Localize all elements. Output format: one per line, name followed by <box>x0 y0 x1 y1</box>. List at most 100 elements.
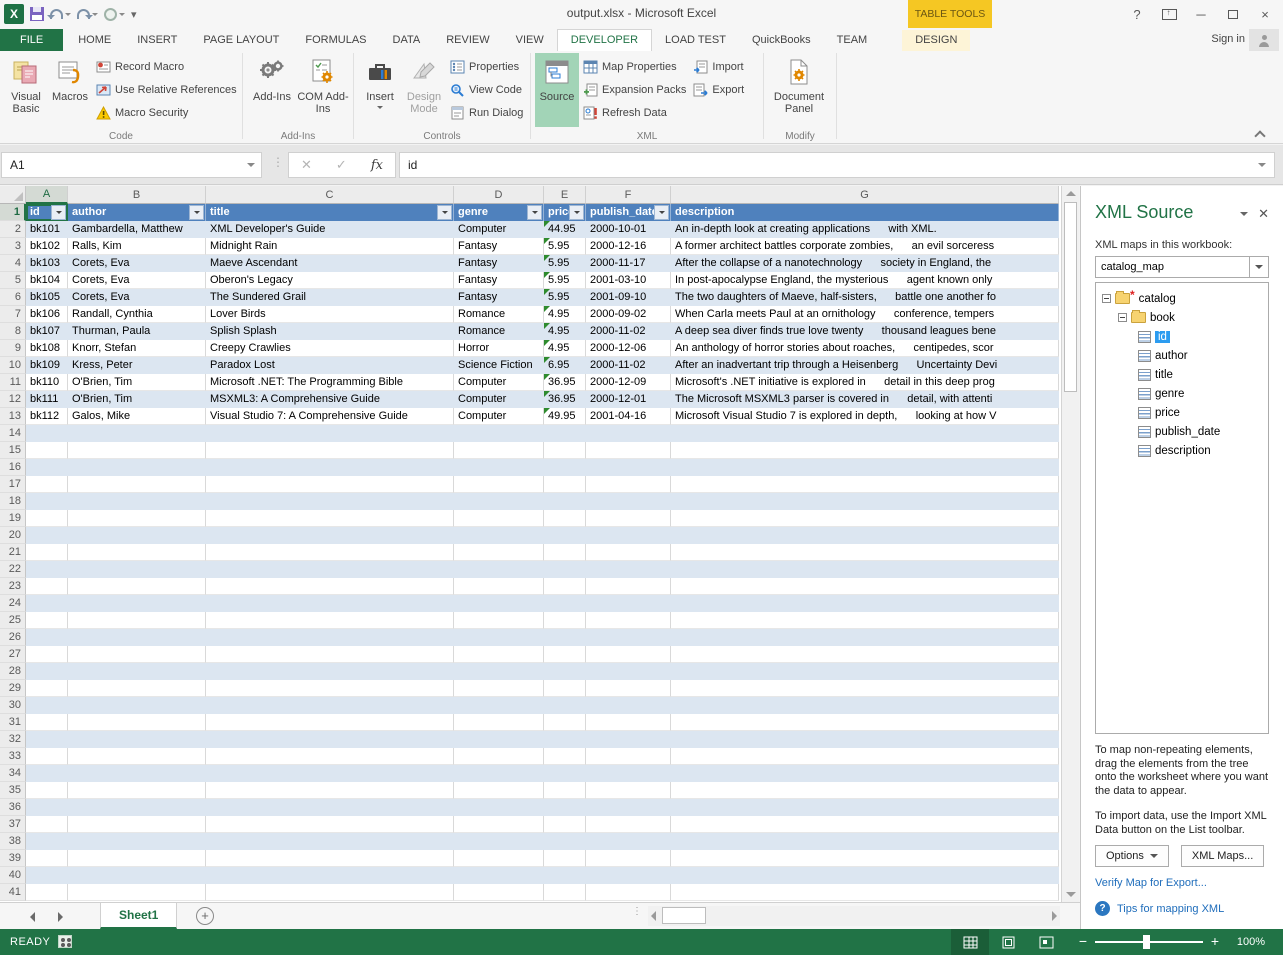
cell-G13[interactable]: Microsoft Visual Studio 7 is explored in… <box>671 408 1059 425</box>
previous-sheet-icon[interactable] <box>30 912 35 922</box>
cell-E32[interactable] <box>544 731 586 748</box>
row-header-37[interactable]: 37 <box>0 816 26 833</box>
cell-G3[interactable]: A former architect battles corporate zom… <box>671 238 1059 255</box>
column-header-F[interactable]: F <box>586 186 671 204</box>
cell-C20[interactable] <box>206 527 454 544</box>
cell-E36[interactable] <box>544 799 586 816</box>
cell-C32[interactable] <box>206 731 454 748</box>
cell-B36[interactable] <box>68 799 206 816</box>
run-dialog-button[interactable]: Run Dialog <box>446 102 526 123</box>
cell-C40[interactable] <box>206 867 454 884</box>
zoom-slider-thumb[interactable] <box>1143 935 1150 949</box>
cell-C34[interactable] <box>206 765 454 782</box>
tree-node-publish_date[interactable]: publish_date <box>1100 422 1264 441</box>
cell-D2[interactable]: Computer <box>454 221 544 238</box>
normal-view-button[interactable] <box>951 929 989 955</box>
cell-G40[interactable] <box>671 867 1059 884</box>
cell-E39[interactable] <box>544 850 586 867</box>
column-header-A[interactable]: A <box>26 186 68 204</box>
insert-function-icon[interactable]: fx <box>371 158 383 173</box>
tree-node-title[interactable]: title <box>1100 365 1264 384</box>
cell-F38[interactable] <box>586 833 671 850</box>
cell-G8[interactable]: A deep sea diver finds true love twenty … <box>671 323 1059 340</box>
tab-developer[interactable]: DEVELOPER <box>557 29 652 51</box>
cell-B35[interactable] <box>68 782 206 799</box>
cell-E20[interactable] <box>544 527 586 544</box>
cell-A16[interactable] <box>26 459 68 476</box>
cell-D40[interactable] <box>454 867 544 884</box>
cell-A8[interactable]: bk107 <box>26 323 68 340</box>
cell-C25[interactable] <box>206 612 454 629</box>
tree-node-catalog[interactable]: *catalog <box>1100 289 1264 308</box>
cell-F14[interactable] <box>586 425 671 442</box>
cell-B9[interactable]: Knorr, Stefan <box>68 340 206 357</box>
cell-C39[interactable] <box>206 850 454 867</box>
cell-C30[interactable] <box>206 697 454 714</box>
macro-recording-icon[interactable] <box>58 935 72 948</box>
filter-dropdown-button[interactable] <box>189 205 204 220</box>
cell-C16[interactable] <box>206 459 454 476</box>
column-header-E[interactable]: E <box>544 186 586 204</box>
cell-B39[interactable] <box>68 850 206 867</box>
cell-F13[interactable]: 2001-04-16 <box>586 408 671 425</box>
cell-B8[interactable]: Thurman, Paula <box>68 323 206 340</box>
cell-G15[interactable] <box>671 442 1059 459</box>
cell-C27[interactable] <box>206 646 454 663</box>
cell-F20[interactable] <box>586 527 671 544</box>
cell-E22[interactable] <box>544 561 586 578</box>
cell-G34[interactable] <box>671 765 1059 782</box>
cell-C22[interactable] <box>206 561 454 578</box>
table-header-cell-description[interactable]: description <box>671 204 1059 221</box>
cell-A28[interactable] <box>26 663 68 680</box>
tab-review[interactable]: REVIEW <box>433 30 502 51</box>
cell-E31[interactable] <box>544 714 586 731</box>
row-header-32[interactable]: 32 <box>0 731 26 748</box>
row-header-5[interactable]: 5 <box>0 272 26 289</box>
source-button[interactable]: Source <box>535 53 579 127</box>
cell-B18[interactable] <box>68 493 206 510</box>
table-header-cell-id[interactable]: id <box>26 204 68 221</box>
tab-scroll-splitter[interactable]: ⋮ <box>632 909 642 914</box>
cell-E21[interactable] <box>544 544 586 561</box>
cell-B13[interactable]: Galos, Mike <box>68 408 206 425</box>
cell-C8[interactable]: Splish Splash <box>206 323 454 340</box>
row-header-27[interactable]: 27 <box>0 646 26 663</box>
minimize-button[interactable]: ─ <box>1187 3 1215 25</box>
formula-bar-expand-icon[interactable] <box>1258 163 1266 171</box>
cell-B23[interactable] <box>68 578 206 595</box>
tab-file[interactable]: FILE <box>0 29 63 51</box>
row-header-39[interactable]: 39 <box>0 850 26 867</box>
cell-E11[interactable]: 36.95 <box>544 374 586 391</box>
column-header-C[interactable]: C <box>206 186 454 204</box>
cell-F29[interactable] <box>586 680 671 697</box>
row-header-29[interactable]: 29 <box>0 680 26 697</box>
cell-B20[interactable] <box>68 527 206 544</box>
cell-D12[interactable]: Computer <box>454 391 544 408</box>
cell-F19[interactable] <box>586 510 671 527</box>
cell-G31[interactable] <box>671 714 1059 731</box>
vertical-scroll-thumb[interactable] <box>1064 202 1077 392</box>
cell-F36[interactable] <box>586 799 671 816</box>
row-header-22[interactable]: 22 <box>0 561 26 578</box>
cell-E2[interactable]: 44.95 <box>544 221 586 238</box>
cell-F2[interactable]: 2000-10-01 <box>586 221 671 238</box>
cell-E10[interactable]: 6.95 <box>544 357 586 374</box>
cell-A41[interactable] <box>26 884 68 901</box>
row-header-3[interactable]: 3 <box>0 238 26 255</box>
cell-D4[interactable]: Fantasy <box>454 255 544 272</box>
cell-G37[interactable] <box>671 816 1059 833</box>
cell-F6[interactable]: 2001-09-10 <box>586 289 671 306</box>
use-relative-references-button[interactable]: Use Relative References <box>92 79 240 100</box>
cell-G23[interactable] <box>671 578 1059 595</box>
cell-E24[interactable] <box>544 595 586 612</box>
cell-E28[interactable] <box>544 663 586 680</box>
filter-dropdown-button[interactable] <box>527 205 542 220</box>
tree-node-book[interactable]: book <box>1100 308 1264 327</box>
cell-B22[interactable] <box>68 561 206 578</box>
cell-G27[interactable] <box>671 646 1059 663</box>
cell-F10[interactable]: 2000-11-02 <box>586 357 671 374</box>
row-header-21[interactable]: 21 <box>0 544 26 561</box>
cell-C35[interactable] <box>206 782 454 799</box>
row-header-24[interactable]: 24 <box>0 595 26 612</box>
tab-team[interactable]: TEAM <box>824 30 881 51</box>
